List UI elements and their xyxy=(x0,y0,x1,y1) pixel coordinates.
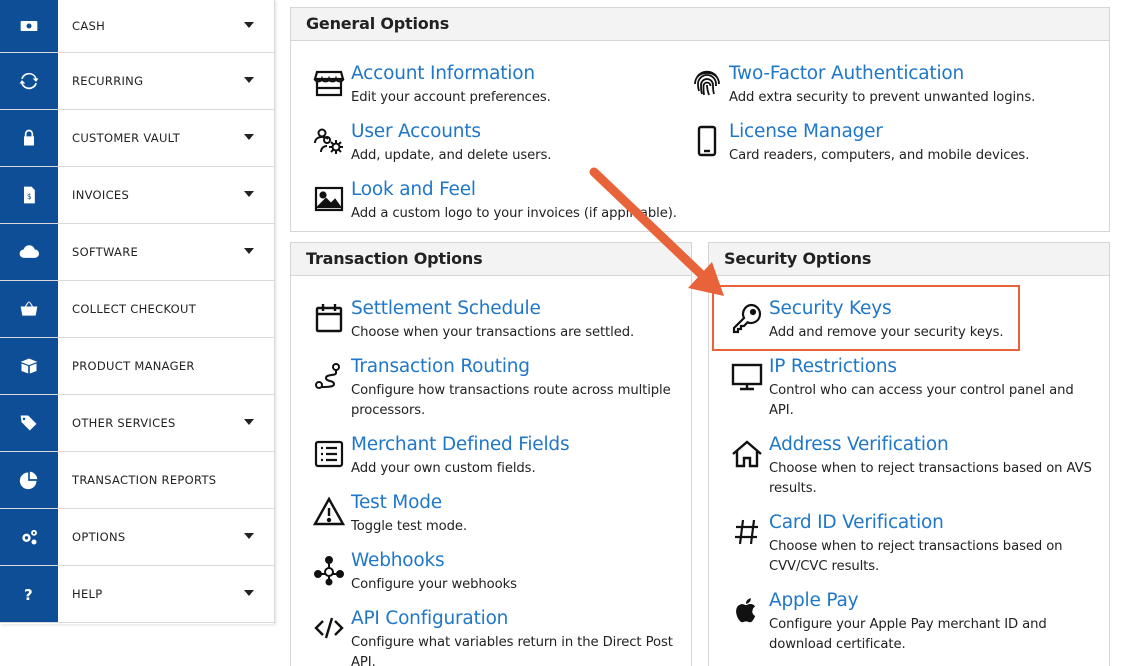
option-desc: Control who can access your control pane… xyxy=(769,383,1074,418)
panel-title: Transaction Options xyxy=(291,243,691,276)
option-desc: Choose when to reject transactions based… xyxy=(769,461,1092,496)
caret-down-icon[interactable] xyxy=(244,22,254,28)
general-options-panel: General Options Account Information Edit… xyxy=(290,7,1110,232)
option-desc: Toggle test mode. xyxy=(351,519,468,534)
sidebar-item-label: TRANSACTION REPORTS xyxy=(72,473,217,487)
caret-down-icon[interactable] xyxy=(244,77,254,83)
tags-icon xyxy=(20,415,37,431)
option-desc: Choose when your transactions are settle… xyxy=(351,325,635,340)
home-icon xyxy=(732,440,762,468)
option-title[interactable]: License Manager xyxy=(729,121,883,142)
option-title[interactable]: Card ID Verification xyxy=(769,512,944,533)
sidebar-item-software[interactable]: SOFTWARE xyxy=(0,224,274,281)
fingerprint-icon xyxy=(694,70,720,96)
option-desc: Add, update, and delete users. xyxy=(351,148,552,163)
caret-down-icon[interactable] xyxy=(244,590,254,596)
code-icon xyxy=(314,617,344,639)
caret-down-icon[interactable] xyxy=(244,419,254,425)
sidebar-item-other-services[interactable]: OTHER SERVICES xyxy=(0,395,274,452)
option-title[interactable]: Account Information xyxy=(351,63,535,84)
mobile-icon xyxy=(697,125,717,157)
security-keys-highlight-box xyxy=(712,285,1020,351)
list-icon xyxy=(314,440,344,468)
option-title[interactable]: Merchant Defined Fields xyxy=(351,434,570,455)
sidebar-item-label: RECURRING xyxy=(72,74,144,88)
option-desc: Add a custom logo to your invoices (if a… xyxy=(351,206,677,221)
option-title[interactable]: Test Mode xyxy=(351,492,442,513)
sidebar-item-transaction-reports[interactable]: TRANSACTION REPORTS xyxy=(0,452,274,509)
svg-text:$: $ xyxy=(27,192,32,201)
caret-down-icon[interactable] xyxy=(244,191,254,197)
caret-down-icon[interactable] xyxy=(244,533,254,539)
gears-icon xyxy=(22,529,37,545)
sidebar-item-label: INVOICES xyxy=(72,188,130,202)
sidebar: CASH RECURRING CUSTOMER VAULT $ INVOICES… xyxy=(0,0,275,624)
transaction-options-panel: Transaction Options Settlement Schedule … xyxy=(290,242,692,666)
question-icon: ? xyxy=(24,586,33,604)
basket-icon xyxy=(20,301,38,316)
option-desc: Edit your account preferences. xyxy=(351,90,551,105)
option-desc: Add extra security to prevent unwanted l… xyxy=(729,90,1036,105)
calendar-icon xyxy=(315,304,343,333)
option-desc: Configure your Apple Pay merchant ID and… xyxy=(769,617,1047,652)
webhook-icon xyxy=(314,556,344,586)
sidebar-item-label: COLLECT CHECKOUT xyxy=(72,302,197,316)
option-title[interactable]: Webhooks xyxy=(351,550,445,571)
monitor-icon xyxy=(731,363,763,391)
option-desc: Add your own custom fields. xyxy=(351,461,536,476)
sidebar-item-product-manager[interactable]: PRODUCT MANAGER xyxy=(0,338,274,395)
sidebar-item-customer-vault[interactable]: CUSTOMER VAULT xyxy=(0,110,274,167)
sidebar-item-label: CUSTOMER VAULT xyxy=(72,131,181,145)
sidebar-item-label: SOFTWARE xyxy=(72,245,139,259)
caret-down-icon[interactable] xyxy=(244,248,254,254)
apple-icon xyxy=(736,598,756,623)
pie-chart-icon xyxy=(19,471,38,490)
cloud-icon xyxy=(19,245,39,258)
sidebar-item-label: HELP xyxy=(72,587,103,601)
option-title[interactable]: API Configuration xyxy=(351,608,508,629)
sidebar-item-collect-checkout[interactable]: COLLECT CHECKOUT xyxy=(0,281,274,338)
panel-title: Security Options xyxy=(709,243,1109,276)
refresh-icon xyxy=(19,72,39,90)
option-desc: Card readers, computers, and mobile devi… xyxy=(729,148,1030,163)
sidebar-item-label: PRODUCT MANAGER xyxy=(72,359,195,373)
box-icon xyxy=(20,358,38,374)
sidebar-item-options[interactable]: OPTIONS xyxy=(0,509,274,566)
sidebar-item-label: OPTIONS xyxy=(72,530,126,544)
sidebar-item-help[interactable]: ? HELP xyxy=(0,566,274,623)
option-title[interactable]: Transaction Routing xyxy=(351,356,530,377)
option-title[interactable]: Settlement Schedule xyxy=(351,298,541,319)
option-title[interactable]: Apple Pay xyxy=(769,590,859,611)
option-desc: Configure your webhooks xyxy=(351,577,517,592)
option-desc: Configure what variables return in the D… xyxy=(351,635,673,666)
sidebar-item-label: CASH xyxy=(72,19,106,33)
route-icon xyxy=(315,363,340,389)
sidebar-item-label: OTHER SERVICES xyxy=(72,416,176,430)
caret-down-icon[interactable] xyxy=(244,134,254,140)
option-title[interactable]: Address Verification xyxy=(769,434,949,455)
option-title[interactable]: User Accounts xyxy=(351,121,481,142)
sidebar-item-invoices[interactable]: $ INVOICES xyxy=(0,167,274,224)
store-icon xyxy=(313,70,345,97)
option-title[interactable]: IP Restrictions xyxy=(769,356,897,377)
option-title[interactable]: Two-Factor Authentication xyxy=(729,63,964,84)
panel-title: General Options xyxy=(291,8,1109,41)
sidebar-item-recurring[interactable]: RECURRING xyxy=(0,53,274,110)
cash-icon xyxy=(20,21,38,31)
svg-text:?: ? xyxy=(24,586,33,604)
invoice-icon: $ xyxy=(24,186,35,204)
sidebar-item-cash[interactable]: CASH xyxy=(0,0,274,53)
image-icon xyxy=(314,186,344,212)
hash-icon xyxy=(735,519,758,545)
lock-icon xyxy=(24,129,34,146)
option-desc: Choose when to reject transactions based… xyxy=(769,539,1063,574)
option-title[interactable]: Look and Feel xyxy=(351,179,476,200)
warning-icon xyxy=(313,496,345,526)
option-desc: Configure how transactions route across … xyxy=(351,383,671,418)
users-gear-icon xyxy=(314,128,343,154)
